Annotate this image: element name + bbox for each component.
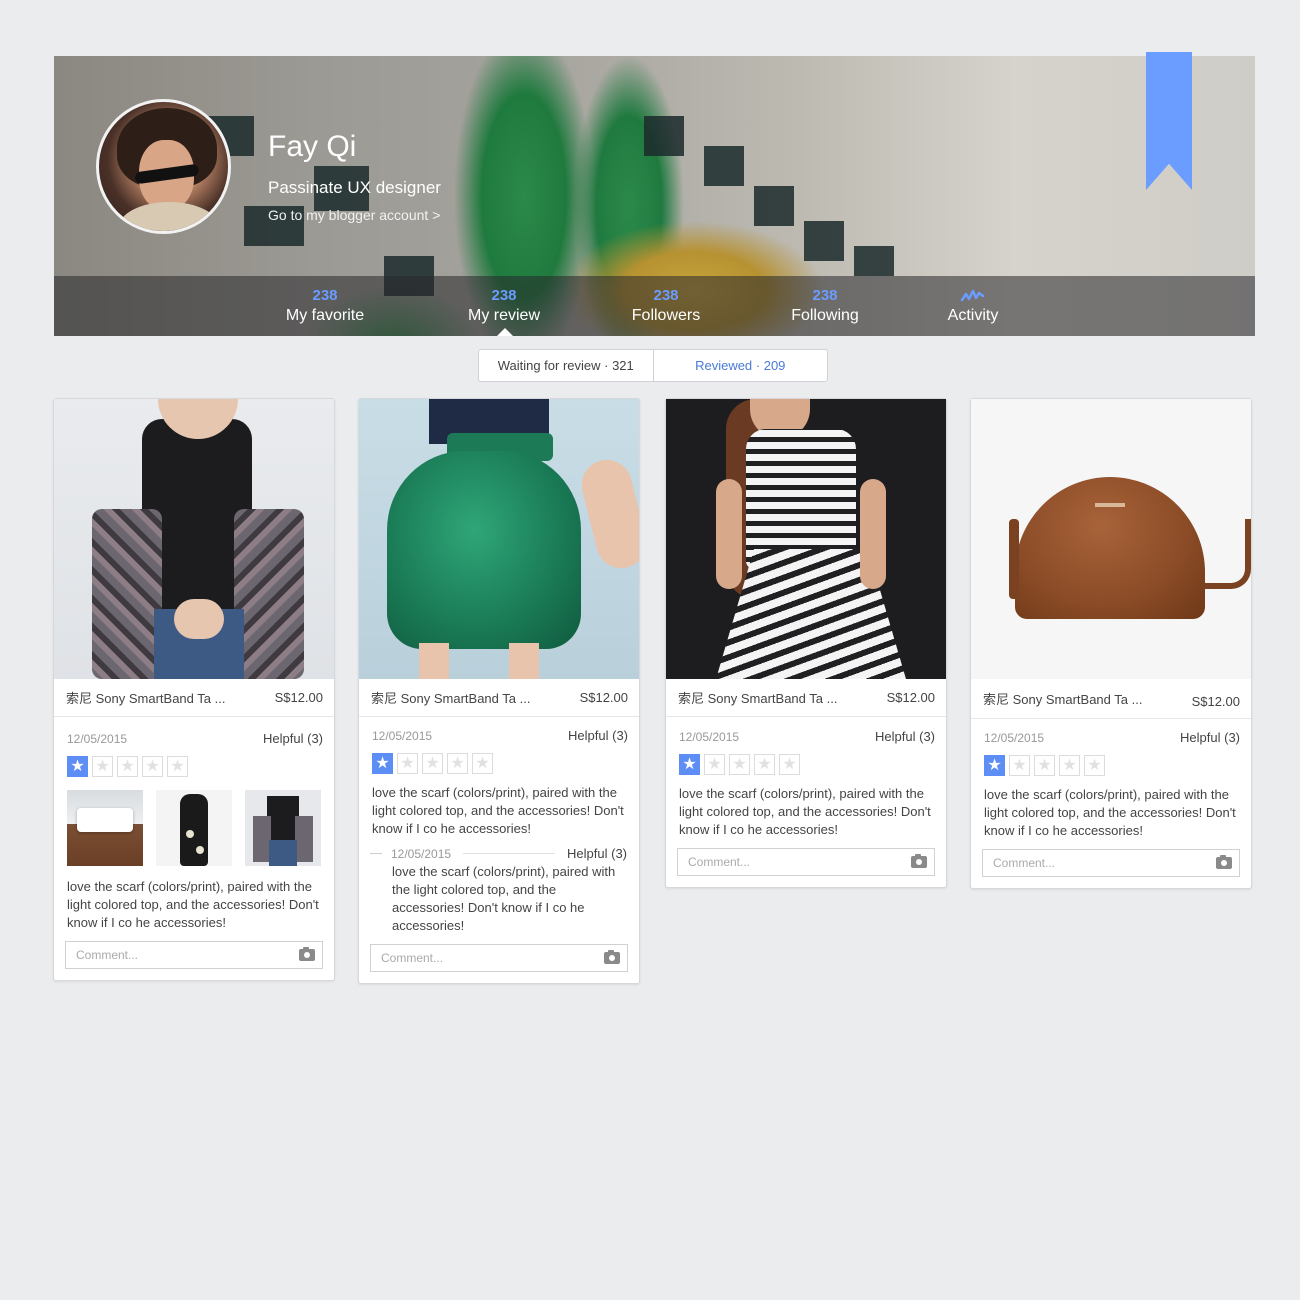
star-icon: ★ xyxy=(142,756,163,777)
comment-placeholder: Comment... xyxy=(76,948,139,962)
review-photo-thumbnail[interactable] xyxy=(67,790,143,866)
star-icon: ★ xyxy=(729,754,750,775)
helpful-button[interactable]: Helpful (3) xyxy=(1180,730,1240,745)
star-icon: ★ xyxy=(704,754,725,775)
review-photo-thumbnail[interactable] xyxy=(245,790,321,866)
review-text: love the scarf (colors/print), paired wi… xyxy=(67,879,319,930)
reply-text: love the scarf (colors/print), paired wi… xyxy=(392,864,616,933)
activity-icon xyxy=(960,289,985,302)
star-icon: ★ xyxy=(679,754,700,775)
product-name: 索尼 Sony SmartBand Ta ... xyxy=(983,692,1143,707)
product-price: S$12.00 xyxy=(579,690,628,705)
star-icon: ★ xyxy=(984,755,1005,776)
stat-label: My favorite xyxy=(285,307,365,324)
review-photo-thumbnail[interactable] xyxy=(156,790,232,866)
camera-icon[interactable] xyxy=(604,950,620,964)
product-price: S$12.00 xyxy=(886,690,935,705)
stat-activity[interactable]: Activity xyxy=(930,287,1016,327)
stat-followers[interactable]: 238 Followers xyxy=(617,287,715,327)
helpful-button[interactable]: Helpful (3) xyxy=(263,731,323,746)
star-icon: ★ xyxy=(397,753,418,774)
review-date: 12/05/2015 xyxy=(984,730,1045,745)
comment-input[interactable]: Comment... xyxy=(982,849,1240,877)
star-icon: ★ xyxy=(754,754,775,775)
comment-placeholder: Comment... xyxy=(381,951,444,965)
product-name: 索尼 Sony SmartBand Ta ... xyxy=(66,691,226,706)
review-card: 索尼 Sony SmartBand Ta ... S$12.00 12/05/2… xyxy=(53,398,335,981)
star-icon: ★ xyxy=(779,754,800,775)
review-card: 索尼 Sony SmartBand Ta ... S$12.00 12/05/2… xyxy=(665,398,947,888)
stat-my-favorite[interactable]: 238 My favorite xyxy=(276,287,374,327)
product-name: 索尼 Sony SmartBand Ta ... xyxy=(371,691,531,706)
star-icon: ★ xyxy=(472,753,493,774)
product-price: S$12.00 xyxy=(1191,694,1240,709)
stat-count: 238 xyxy=(491,287,517,304)
product-image[interactable] xyxy=(666,399,946,679)
star-icon: ★ xyxy=(1034,755,1055,776)
active-stat-caret xyxy=(497,328,513,336)
review-text: love the scarf (colors/print), paired wi… xyxy=(679,786,931,837)
stat-my-review[interactable]: 238 My review xyxy=(455,287,553,327)
star-icon: ★ xyxy=(447,753,468,774)
star-icon: ★ xyxy=(92,756,113,777)
stat-label: My review xyxy=(467,307,540,324)
product-info[interactable]: 索尼 Sony SmartBand Ta ... S$12.00 xyxy=(54,679,334,717)
product-price: S$12.00 xyxy=(274,690,323,705)
product-info[interactable]: 索尼 Sony SmartBand Ta ... S$12.00 xyxy=(359,679,639,717)
review-date: 12/05/2015 xyxy=(679,729,740,744)
reply-helpful-button[interactable]: Helpful (3) xyxy=(567,846,627,861)
comment-input[interactable]: Comment... xyxy=(677,848,935,876)
star-rating: ★ ★ ★ ★ ★ xyxy=(359,753,639,774)
review-tabs: Waiting for review · 321 Reviewed · 209 xyxy=(478,349,828,382)
avatar[interactable] xyxy=(96,99,231,234)
star-rating: ★ ★ ★ ★ ★ xyxy=(54,756,334,777)
star-icon: ★ xyxy=(1084,755,1105,776)
blogger-account-link[interactable]: Go to my blogger account > xyxy=(268,207,440,223)
stat-count: 238 xyxy=(812,287,838,304)
tab-waiting-for-review[interactable]: Waiting for review · 321 xyxy=(479,350,653,381)
star-rating: ★ ★ ★ ★ ★ xyxy=(971,755,1251,776)
stat-following[interactable]: 238 Following xyxy=(776,287,874,327)
review-date: 12/05/2015 xyxy=(67,731,128,746)
comment-input[interactable]: Comment... xyxy=(370,944,628,972)
profile-name: Fay Qi xyxy=(268,130,357,163)
stat-label: Activity xyxy=(947,307,999,324)
review-text: love the scarf (colors/print), paired wi… xyxy=(984,787,1236,838)
camera-icon[interactable] xyxy=(299,947,315,961)
camera-icon[interactable] xyxy=(911,854,927,868)
review-card: 索尼 Sony SmartBand Ta ... S$12.00 12/05/2… xyxy=(970,398,1252,889)
stat-label: Followers xyxy=(631,307,701,324)
review-date: 12/05/2015 xyxy=(372,728,433,743)
tab-reviewed[interactable]: Reviewed · 209 xyxy=(652,350,828,381)
comment-placeholder: Comment... xyxy=(993,856,1056,870)
helpful-button[interactable]: Helpful (3) xyxy=(568,728,628,743)
profile-title: Passinate UX designer xyxy=(268,178,441,197)
stat-count: 238 xyxy=(653,287,679,304)
star-icon: ★ xyxy=(422,753,443,774)
camera-icon[interactable] xyxy=(1216,855,1232,869)
review-text: love the scarf (colors/print), paired wi… xyxy=(372,785,624,836)
comment-input[interactable]: Comment... xyxy=(65,941,323,969)
star-icon: ★ xyxy=(1059,755,1080,776)
review-reply: 12/05/2015 Helpful (3) love the scarf (c… xyxy=(359,846,639,935)
product-info[interactable]: 索尼 Sony SmartBand Ta ... S$12.00 xyxy=(971,679,1251,719)
product-image[interactable] xyxy=(971,399,1251,679)
star-icon: ★ xyxy=(67,756,88,777)
product-image[interactable] xyxy=(359,399,639,679)
reply-date: 12/05/2015 xyxy=(391,846,452,861)
stat-count: 238 xyxy=(312,287,338,304)
star-icon: ★ xyxy=(117,756,138,777)
product-name: 索尼 Sony SmartBand Ta ... xyxy=(678,691,838,706)
stat-label: Following xyxy=(791,307,859,324)
star-rating: ★ ★ ★ ★ ★ xyxy=(666,754,946,775)
product-image[interactable] xyxy=(54,399,334,679)
review-card: 索尼 Sony SmartBand Ta ... S$12.00 12/05/2… xyxy=(358,398,640,984)
star-icon: ★ xyxy=(167,756,188,777)
product-info[interactable]: 索尼 Sony SmartBand Ta ... S$12.00 xyxy=(666,679,946,717)
comment-placeholder: Comment... xyxy=(688,855,751,869)
helpful-button[interactable]: Helpful (3) xyxy=(875,729,935,744)
star-icon: ★ xyxy=(1009,755,1030,776)
star-icon: ★ xyxy=(372,753,393,774)
review-photos xyxy=(54,790,334,866)
